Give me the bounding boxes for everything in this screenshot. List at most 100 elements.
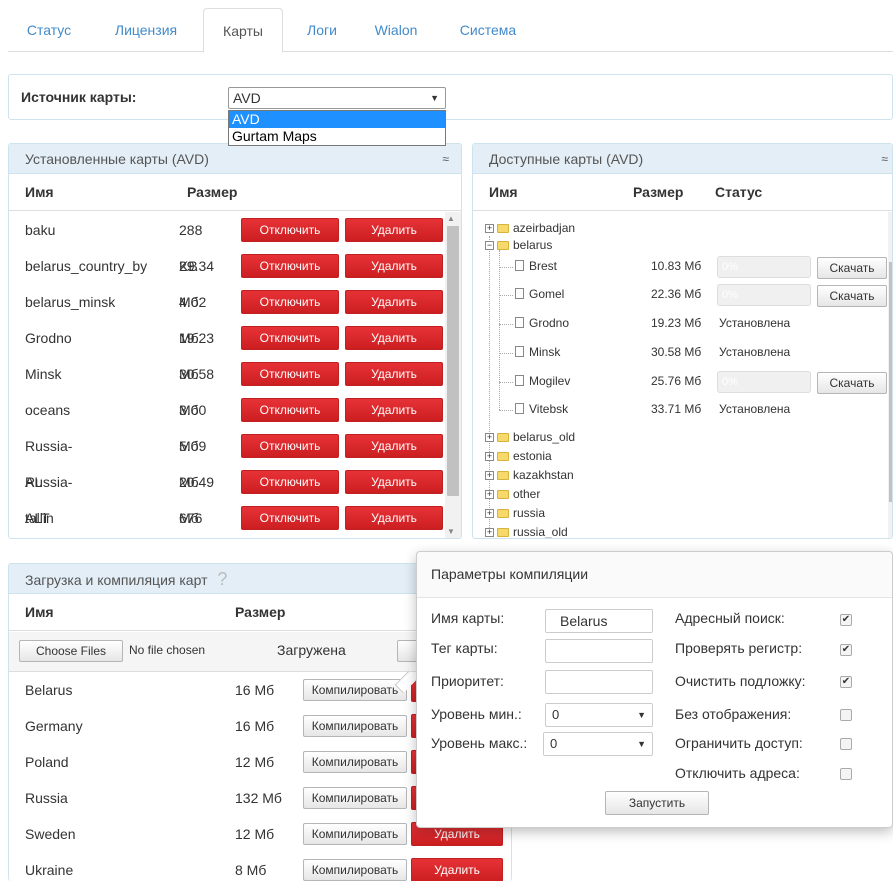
help-icon[interactable]: ? (217, 569, 227, 589)
clear-base-checkbox[interactable]: ✔ (840, 676, 852, 688)
map-source-select[interactable]: AVD ▼ (228, 87, 446, 109)
folder-icon (497, 471, 509, 480)
address-search-checkbox[interactable]: ✔ (840, 614, 852, 626)
max-level-value: 0 (550, 736, 558, 751)
collapse-tree-icon[interactable]: − (485, 241, 494, 250)
scroll-down-icon[interactable]: ▼ (447, 527, 455, 536)
min-level-select[interactable]: 0 ▼ (545, 703, 653, 727)
expand-icon[interactable]: + (485, 433, 494, 442)
tree-folder-label[interactable]: other (513, 487, 540, 501)
folder-icon (497, 433, 509, 442)
download-button[interactable]: Скачать (817, 257, 887, 279)
check-case-checkbox[interactable]: ✔ (840, 644, 852, 656)
delete-button[interactable]: Удалить (345, 290, 443, 314)
disable-button[interactable]: Отключить (241, 326, 339, 350)
scroll-thumb[interactable] (447, 226, 459, 496)
expand-icon[interactable]: + (485, 224, 494, 233)
installed-maps-panel: Установленные карты (AVD) ≈ Имя Размер b… (8, 143, 462, 539)
disable-addresses-label: Отключить адреса: (675, 765, 800, 781)
expand-icon[interactable]: + (485, 471, 494, 480)
tree-folder-label[interactable]: belarus_old (513, 430, 575, 444)
compile-button[interactable]: Компилировать (303, 679, 407, 701)
tab-logs[interactable]: Логи (290, 8, 354, 53)
restrict-access-checkbox[interactable] (840, 738, 852, 750)
disable-button[interactable]: Отключить (241, 218, 339, 242)
tab-maps[interactable]: Карты (203, 8, 283, 53)
delete-button[interactable]: Удалить (345, 362, 443, 386)
download-button[interactable]: Скачать (817, 285, 887, 307)
collapse-icon[interactable]: ≈ (881, 144, 888, 174)
tree-folder-label[interactable]: belarus (513, 238, 552, 252)
expand-icon[interactable]: + (485, 509, 494, 518)
expand-icon[interactable]: + (485, 452, 494, 461)
disable-button[interactable]: Отключить (241, 470, 339, 494)
delete-button[interactable]: Удалить (345, 254, 443, 278)
delete-button[interactable]: Удалить (345, 326, 443, 350)
disable-button[interactable]: Отключить (241, 290, 339, 314)
map-status: Установлена (719, 345, 791, 359)
map-source-selected: AVD (233, 90, 261, 106)
file-icon (515, 346, 524, 357)
choose-files-button[interactable]: Choose Files (19, 640, 123, 662)
expand-icon[interactable]: + (485, 490, 494, 499)
scroll-up-icon[interactable]: ▲ (447, 214, 455, 223)
delete-button[interactable]: Удалить (345, 434, 443, 458)
priority-input[interactable] (545, 670, 653, 694)
disable-addresses-checkbox[interactable] (840, 768, 852, 780)
collapse-icon[interactable]: ≈ (442, 144, 449, 174)
compile-button[interactable]: Компилировать (303, 787, 407, 809)
map-tag-input[interactable] (545, 639, 653, 663)
disable-button[interactable]: Отключить (241, 434, 339, 458)
map-name-input[interactable]: Belarus (545, 609, 653, 633)
delete-button[interactable]: Удалить (345, 218, 443, 242)
col-name: Имя (25, 184, 54, 200)
compile-button[interactable]: Компилировать (303, 751, 407, 773)
scroll-thumb[interactable] (889, 262, 892, 502)
disable-button[interactable]: Отключить (241, 362, 339, 386)
tab-license[interactable]: Лицензия (100, 8, 192, 53)
tree-folder-label[interactable]: estonia (513, 449, 552, 463)
file-icon (515, 317, 524, 328)
tab-status[interactable]: Статус (8, 8, 90, 53)
expand-icon[interactable]: + (485, 528, 494, 537)
delete-button[interactable]: Удалить (345, 398, 443, 422)
map-name: tallin (25, 510, 54, 526)
compile-button[interactable]: Компилировать (303, 859, 407, 881)
download-button[interactable]: Скачать (817, 372, 887, 394)
max-level-label: Уровень макс.: (431, 735, 528, 751)
disable-button[interactable]: Отключить (241, 398, 339, 422)
chevron-down-icon: ▼ (430, 93, 439, 103)
map-name: Belarus (25, 682, 73, 698)
compile-button[interactable]: Компилировать (303, 823, 407, 845)
option-avd[interactable]: AVD (229, 111, 445, 128)
tree-folder-label[interactable]: azeirbadjan (513, 221, 575, 235)
delete-button[interactable]: Удалить (345, 506, 443, 530)
map-tree: + azeirbadjan − belarus Brest 10.83 Мб 0… (473, 212, 892, 538)
run-button[interactable]: Запустить (605, 791, 709, 815)
folder-icon (497, 224, 509, 233)
tab-wialon[interactable]: Wialon (358, 8, 434, 53)
map-size: 12 Мб (235, 754, 275, 770)
no-display-label: Без отображения: (675, 706, 792, 722)
max-level-select[interactable]: 0 ▼ (543, 732, 653, 756)
col-name: Имя (25, 604, 54, 620)
uploaded-label: Загружена (277, 642, 346, 658)
tree-scrollbar[interactable] (888, 212, 892, 538)
tab-system[interactable]: Система (438, 8, 538, 53)
compile-button[interactable]: Компилировать (303, 715, 407, 737)
tree-folder-label[interactable]: kazakhstan (513, 468, 574, 482)
delete-button[interactable]: Удалить (345, 470, 443, 494)
upload-compile-title: Загрузка и компиляция карт (25, 572, 208, 588)
col-size: Размер (633, 184, 684, 200)
option-gurtam-maps[interactable]: Gurtam Maps (229, 128, 445, 145)
no-display-checkbox[interactable] (840, 709, 852, 721)
tree-folder-label[interactable]: russia (513, 506, 545, 520)
disable-button[interactable]: Отключить (241, 506, 339, 530)
tree-folder-label[interactable]: russia_old (513, 525, 568, 538)
installed-scrollbar[interactable]: ▲ ▼ (445, 212, 461, 538)
disable-button[interactable]: Отключить (241, 254, 339, 278)
installed-list: baku 288 KB Отключить Удалить belarus_co… (9, 212, 443, 538)
delete-button[interactable]: Удалить (411, 858, 503, 881)
available-maps-header: Доступные карты (AVD) ≈ (473, 144, 892, 174)
file-icon (515, 375, 524, 386)
